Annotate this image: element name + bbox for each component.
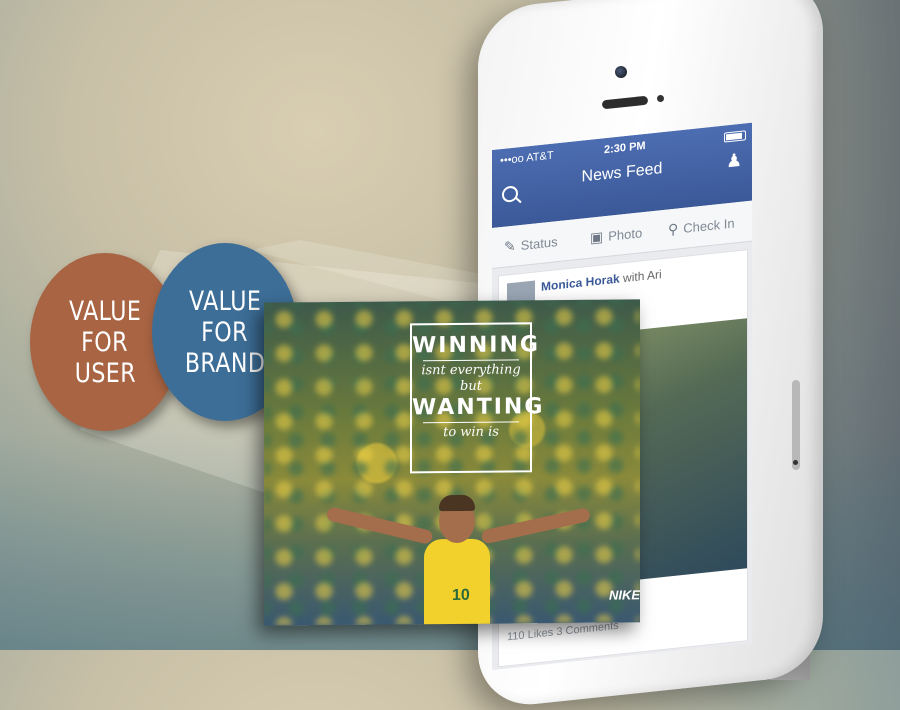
battery-icon [724, 130, 746, 143]
status-button[interactable]: ✎ Status [504, 233, 558, 256]
side-button [792, 380, 800, 470]
bubble-user-line-2: FOR [81, 326, 129, 358]
bubble-user-line-3: USER [74, 357, 136, 389]
edit-icon: ✎ [504, 237, 516, 255]
check-in-button[interactable]: ⚲ Check In [668, 215, 735, 239]
divider [423, 421, 519, 424]
post-author[interactable]: Monica Horak with Ari [541, 267, 662, 294]
check-in-label: Check In [683, 215, 735, 236]
status-label: Status [520, 234, 558, 253]
quote-line-3: but [460, 378, 482, 394]
quote-line-5: to win is [443, 424, 499, 441]
player-left-arm [325, 506, 434, 545]
proximity-sensor-icon [657, 95, 664, 102]
jersey-number: 10 [452, 586, 470, 604]
player-hair [439, 494, 475, 512]
brand-logo: NIKE [609, 587, 640, 603]
author-name[interactable]: Monica Horak [541, 272, 620, 294]
divider [423, 359, 519, 362]
carrier-label: •••oo AT&T [500, 149, 554, 168]
quote-box: WINNING isnt everything but WANTING to w… [410, 322, 545, 474]
bubble-brand-line-2: FOR [201, 316, 249, 348]
photo-label: Photo [608, 225, 643, 244]
photo-button[interactable]: ▣ Photo [590, 224, 642, 246]
player-figure: 10 [304, 480, 604, 626]
player-right-arm [480, 507, 592, 545]
mic-hole-icon [793, 460, 798, 465]
bubble-brand-line-3: BRAND [184, 347, 266, 379]
featured-ad-image: WINNING isnt everything but WANTING to w… [264, 299, 640, 626]
quote-line-4: WANTING [412, 394, 545, 421]
player-jersey [424, 538, 490, 626]
clock: 2:30 PM [604, 139, 646, 157]
quote-line-1: WINNING [412, 332, 540, 359]
camera-icon [615, 66, 627, 78]
friend-requests-icon[interactable]: ♟ [726, 150, 742, 173]
quote-line-2: isnt everything [421, 362, 521, 379]
bubble-user-line-1: VALUE [68, 295, 142, 327]
tagged-with: with Ari [623, 267, 662, 286]
location-pin-icon: ⚲ [668, 220, 679, 238]
camera-icon: ▣ [590, 228, 604, 246]
bubble-brand-line-1: VALUE [188, 285, 262, 317]
